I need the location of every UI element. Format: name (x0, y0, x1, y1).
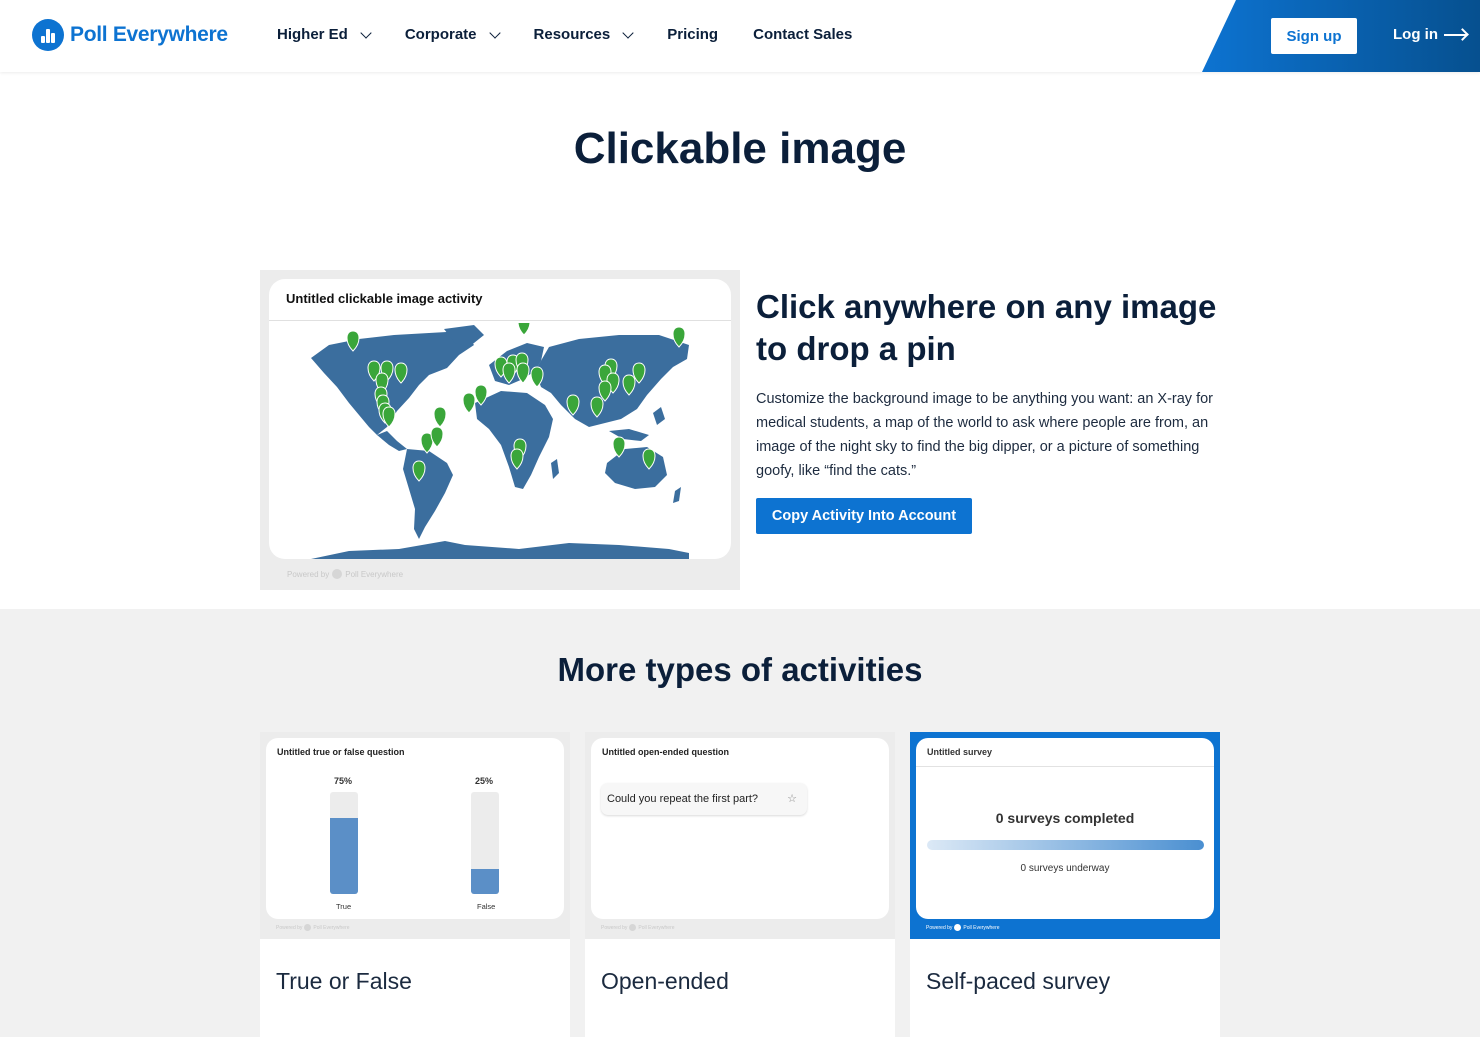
activity-card-open-ended[interactable]: Untitled open-ended question Could you r… (585, 732, 895, 1037)
arrow-right-icon (1444, 33, 1466, 36)
feature-description: Customize the background image to be any… (756, 391, 1214, 479)
section-title: More types of activities (557, 651, 923, 688)
poll-everywhere-icon (304, 924, 312, 931)
poll-everywhere-icon (954, 924, 962, 931)
preview-panel: Untitled open-ended question Could you r… (591, 738, 889, 919)
powered-by-label: Powered by (926, 924, 953, 931)
activity-card: Untitled clickable image activity (269, 279, 731, 559)
star-icon: ☆ (787, 793, 797, 805)
nav-item-label: Resources (533, 26, 611, 43)
powered-by: Powered by Poll Everywhere (926, 924, 1000, 931)
false-percent: 25% (475, 776, 494, 786)
activity-card-true-false[interactable]: Untitled true or false question 75% True… (260, 732, 570, 1037)
more-activities-section: More types of activities Untitled true o… (0, 609, 1480, 1037)
nav-item-label: Corporate (404, 26, 477, 43)
nav-item-label: Contact Sales (753, 26, 853, 43)
card-preview: Untitled open-ended question Could you r… (585, 732, 895, 939)
card-label: Open-ended (601, 968, 729, 994)
false-label: False (477, 902, 496, 911)
response-text: Could you repeat the first part? (607, 793, 759, 805)
powered-by: Powered by Poll Everywhere (287, 569, 403, 579)
powered-by-label: Powered by (287, 569, 330, 579)
nav-item-pricing[interactable]: Pricing (667, 26, 718, 43)
nav-item-label: Higher Ed (277, 26, 348, 43)
powered-by-brand: Poll Everywhere (313, 924, 350, 931)
main-menu: Higher Ed Corporate Resources Pricing Co… (277, 26, 887, 43)
poll-everywhere-icon (629, 924, 637, 931)
chevron-down-icon (360, 26, 372, 39)
powered-by-label: Powered by (601, 924, 628, 931)
log-in-label: Log in (1393, 26, 1438, 43)
map-pin-icon (433, 406, 447, 428)
chevron-down-icon (622, 26, 634, 39)
nav-item-contact-sales[interactable]: Contact Sales (753, 26, 852, 43)
page-title: Clickable image (573, 124, 907, 173)
card-label: True or False (276, 968, 412, 994)
powered-by-brand: Poll Everywhere (345, 569, 404, 579)
surveys-underway: 0 surveys underway (1020, 863, 1110, 874)
clickable-image-demo: Untitled clickable image activity Powere… (260, 270, 740, 590)
survey-progress-bar (927, 840, 1204, 850)
map-pin-icon (517, 323, 531, 336)
activity-title: Untitled clickable image activity (269, 279, 731, 321)
copy-activity-button[interactable]: Copy Activity Into Account (756, 498, 972, 534)
nav-item-label: Pricing (667, 26, 719, 43)
nav-item-resources[interactable]: Resources (533, 26, 634, 43)
powered-by: Powered by Poll Everywhere (601, 924, 675, 931)
card-preview: Untitled true or false question 75% True… (260, 732, 570, 939)
true-bar-track (330, 792, 358, 894)
false-bar-fill (471, 868, 499, 894)
powered-by-brand: Poll Everywhere (638, 924, 675, 931)
logo-text: Poll Everywhere (70, 23, 228, 46)
map-pin-icon (462, 392, 476, 414)
powered-by-label: Powered by (276, 924, 303, 931)
top-navigation: Poll Everywhere Higher Ed Corporate Reso… (0, 0, 1480, 72)
chevron-down-icon (488, 26, 501, 39)
poll-everywhere-icon (332, 569, 343, 579)
preview-title: Untitled survey (916, 738, 1214, 767)
true-label: True (336, 902, 352, 911)
nav-item-corporate[interactable]: Corporate (404, 26, 501, 43)
powered-by: Powered by Poll Everywhere (276, 924, 350, 931)
sign-up-button[interactable]: Sign up (1271, 18, 1357, 54)
world-map[interactable] (269, 323, 731, 559)
preview-title: Untitled open-ended question (602, 747, 729, 757)
logo-icon (32, 19, 64, 51)
activity-card-self-paced-survey[interactable]: Untitled survey 0 surveys completed 0 su… (910, 732, 1220, 1037)
false-bar-track (471, 792, 499, 894)
poll-everywhere-logo[interactable]: Poll Everywhere (32, 19, 228, 51)
preview-panel: Untitled survey 0 surveys completed 0 su… (916, 738, 1214, 919)
preview-panel: Untitled true or false question 75% True… (266, 738, 564, 919)
feature-heading: Click anywhere on any image to drop a pi… (756, 288, 1217, 367)
true-bar-fill (330, 817, 358, 894)
true-percent: 75% (334, 776, 353, 786)
surveys-completed: 0 surveys completed (995, 810, 1135, 826)
preview-title: Untitled true or false question (277, 747, 405, 757)
log-in-link[interactable]: Log in (1393, 26, 1466, 43)
powered-by-brand: Poll Everywhere (963, 924, 1000, 931)
response-bubble: Could you repeat the first part? ☆ (601, 783, 807, 815)
card-preview: Untitled survey 0 surveys completed 0 su… (910, 732, 1220, 939)
card-label: Self-paced survey (926, 968, 1111, 994)
nav-item-higher-ed[interactable]: Higher Ed (277, 26, 372, 43)
